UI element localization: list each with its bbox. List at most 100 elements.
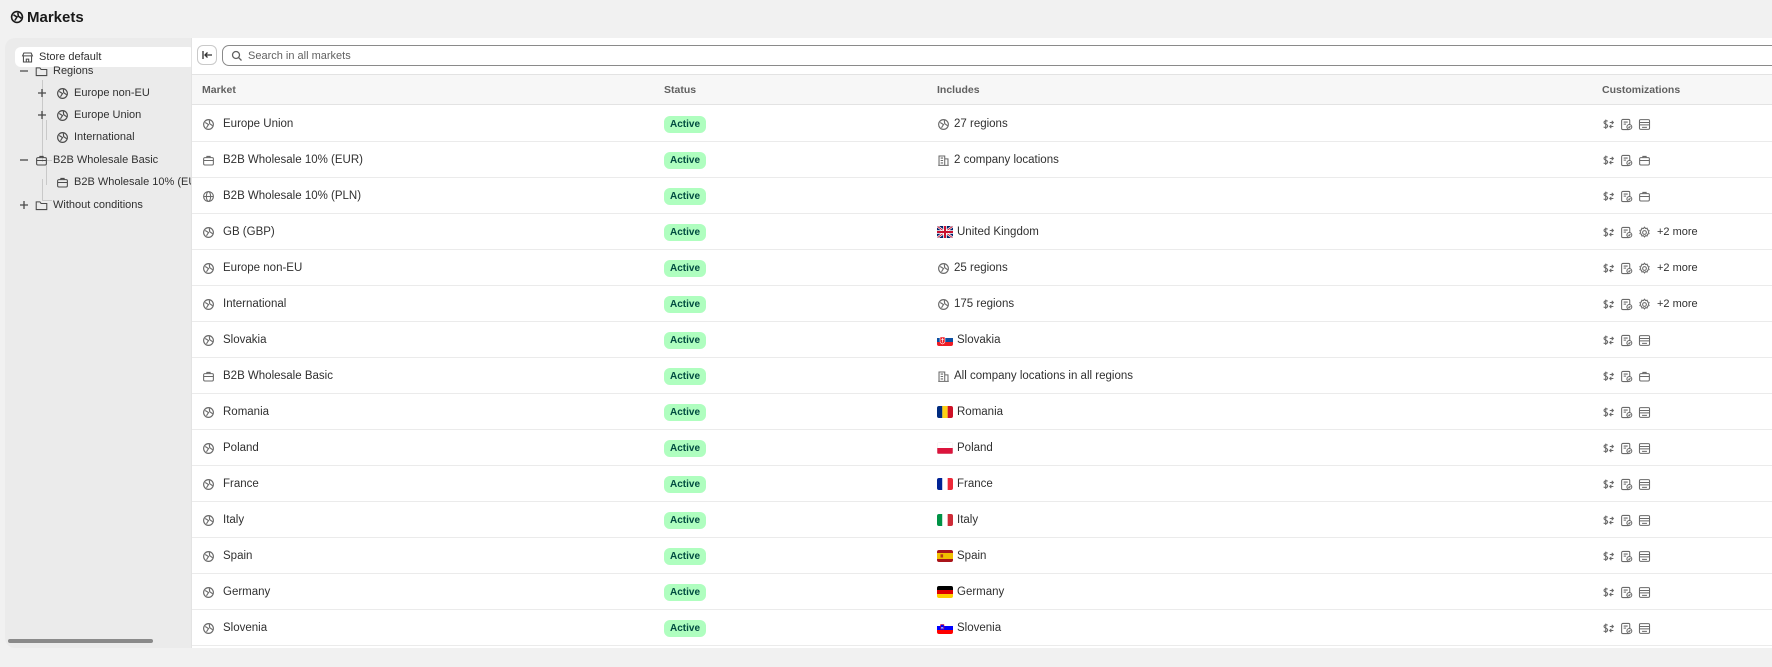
search-field[interactable]	[222, 45, 1772, 66]
collapse-icon[interactable]	[17, 153, 31, 167]
expand-icon[interactable]	[35, 86, 49, 100]
market-cell: International	[202, 286, 286, 322]
includes-text: United Kingdom	[957, 226, 1039, 238]
includes-cell: 27 regions	[937, 106, 1008, 142]
table-row[interactable]: International Active 175 regions +2 more	[192, 286, 1772, 322]
market-name[interactable]: B2B Wholesale 10% (EUR)	[223, 154, 363, 166]
tree-item-label: Regions	[53, 65, 94, 77]
table-row[interactable]: Germany Active Germany	[192, 574, 1772, 610]
tree-item-regions[interactable]: Regions	[34, 61, 93, 81]
market-name[interactable]: Poland	[223, 442, 259, 454]
status-badge: Active	[664, 367, 707, 385]
status-badge: Active	[664, 331, 707, 349]
status-cell: Active	[664, 502, 707, 538]
includes-cell: France	[937, 466, 993, 502]
tree-item-label: Europe non-EU	[74, 87, 150, 99]
currency-icon	[1602, 442, 1615, 455]
column-header-customizations[interactable]: Customizations	[1602, 75, 1680, 104]
tree-item-label: Without conditions	[53, 199, 143, 211]
markets-tree: Store default Regions Europe non-EU Euro…	[5, 38, 192, 648]
market-name[interactable]: France	[223, 478, 259, 490]
flag-de-icon	[937, 586, 953, 598]
market-cell: B2B Wholesale 10% (PLN)	[202, 178, 361, 214]
market-name[interactable]: Italy	[223, 514, 244, 526]
store-icon	[1638, 514, 1651, 527]
customizations-cell	[1602, 322, 1651, 358]
table-row[interactable]: Italy Active Italy	[192, 502, 1772, 538]
status-badge: Active	[664, 475, 707, 493]
market-name[interactable]: B2B Wholesale 10% (PLN)	[223, 190, 361, 202]
includes-text: 27 regions	[954, 118, 1008, 130]
markets-table-area: Market Status Includes Customizations Eu…	[191, 38, 1772, 648]
market-name[interactable]: B2B Wholesale Basic	[223, 370, 333, 382]
horizontal-scrollbar[interactable]	[8, 639, 153, 643]
includes-cell: Romania	[937, 394, 1003, 430]
includes-text: 2 company locations	[954, 154, 1059, 166]
includes-cell: Poland	[937, 430, 993, 466]
table-row[interactable]: Europe Union Active 27 regions	[192, 106, 1772, 142]
b2b-icon	[1638, 370, 1651, 383]
store-icon	[1638, 478, 1651, 491]
market-name[interactable]: Germany	[223, 586, 270, 598]
column-header-status[interactable]: Status	[664, 75, 696, 104]
web-icon	[202, 190, 215, 203]
market-name[interactable]: GB (GBP)	[223, 226, 275, 238]
includes-text: Spain	[957, 550, 987, 562]
currency-icon	[1602, 226, 1615, 239]
market-name[interactable]: Romania	[223, 406, 269, 418]
market-name[interactable]: Europe non-EU	[223, 262, 302, 274]
status-cell: Active	[664, 574, 707, 610]
table-row[interactable]: B2B Wholesale Basic Active All company loc…	[192, 358, 1772, 394]
includes-text: 175 regions	[954, 298, 1015, 310]
market-cell: France	[202, 466, 259, 502]
customizations-cell	[1602, 466, 1651, 502]
table-row[interactable]: B2B Wholesale 10% (EUR) Active 2 company l…	[192, 142, 1772, 178]
store-icon	[1638, 442, 1651, 455]
market-name[interactable]: Spain	[223, 550, 252, 562]
column-header-market[interactable]: Market	[202, 75, 236, 104]
table-row[interactable]: B2B Wholesale 10% (PLN) Active	[192, 178, 1772, 214]
tree-item-europe-non-eu[interactable]: Europe non-EU	[55, 83, 150, 103]
tree-item-without-conditions[interactable]: Without conditions	[34, 195, 143, 215]
status-badge: Active	[664, 295, 707, 313]
table-row[interactable]: Slovakia Active Slovakia	[192, 322, 1772, 358]
table-row[interactable]: GB (GBP) Active United Kingdom +2 more	[192, 214, 1772, 250]
tree-item-international[interactable]: International	[55, 127, 135, 147]
status-cell: Active	[664, 106, 707, 142]
table-row[interactable]: Europe non-EU Active 25 regions +2 more	[192, 250, 1772, 286]
table-row[interactable]: Spain Active Spain	[192, 538, 1772, 574]
tree-item-b2b-wholesale-10-eur[interactable]: B2B Wholesale 10% (EUR)	[55, 172, 192, 192]
flag-es-icon	[937, 550, 953, 562]
table-row[interactable]: Slovenia Active Slovenia	[192, 610, 1772, 646]
expand-icon[interactable]	[17, 198, 31, 212]
collapse-icon[interactable]	[17, 64, 31, 78]
globe-icon	[202, 298, 215, 311]
b2b-icon	[202, 154, 215, 167]
search-input[interactable]	[248, 49, 1643, 62]
tree-item-europe-union[interactable]: Europe Union	[55, 105, 141, 125]
globe-icon	[937, 262, 950, 275]
store-icon	[1638, 550, 1651, 563]
currency-icon	[1602, 550, 1615, 563]
status-cell: Active	[664, 430, 707, 466]
tree-item-b2b-wholesale-basic[interactable]: B2B Wholesale Basic	[34, 150, 158, 170]
customizations-cell	[1602, 358, 1651, 394]
table-row[interactable]: France Active France	[192, 466, 1772, 502]
currency-icon	[1602, 514, 1615, 527]
market-name[interactable]: Slovenia	[223, 622, 267, 634]
column-header-includes[interactable]: Includes	[937, 75, 980, 104]
includes-text: 25 regions	[954, 262, 1008, 274]
table-row[interactable]: Romania Active Romania	[192, 394, 1772, 430]
table-row[interactable]: Poland Active Poland	[192, 430, 1772, 466]
market-name[interactable]: Europe Union	[223, 118, 293, 130]
collapse-sidebar-button[interactable]	[197, 45, 217, 65]
includes-text: Slovakia	[957, 334, 1001, 346]
market-name[interactable]: International	[223, 298, 286, 310]
tree-item-label: Europe Union	[74, 109, 142, 121]
status-badge: Active	[664, 403, 707, 421]
market-name[interactable]: Slovakia	[223, 334, 266, 346]
store-icon	[1638, 406, 1651, 419]
tree-item-label: International	[74, 131, 135, 143]
status-cell: Active	[664, 250, 707, 286]
flag-ro-icon	[937, 406, 953, 418]
